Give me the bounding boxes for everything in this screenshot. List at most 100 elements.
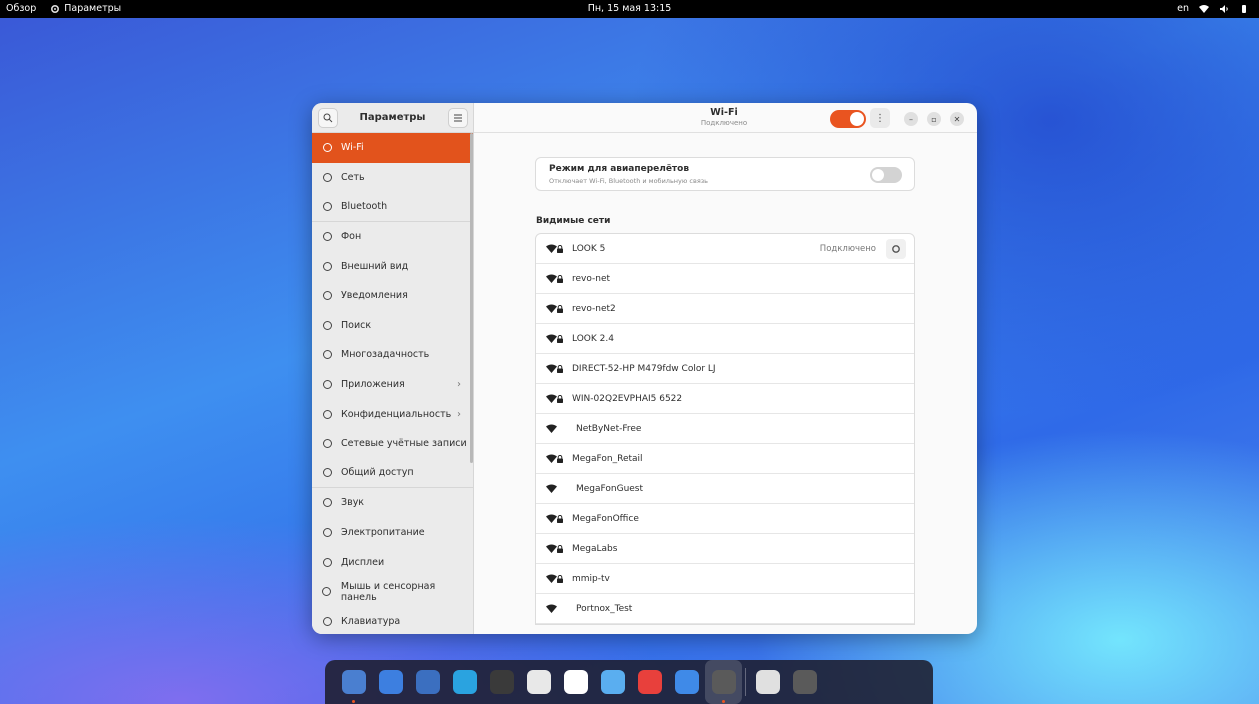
- sidebar-item-3[interactable]: Фон: [312, 222, 473, 252]
- network-row[interactable]: LOOK 2.4: [536, 324, 914, 354]
- dock-notes[interactable]: [520, 660, 557, 704]
- calendar-icon: [563, 670, 588, 694]
- network-row[interactable]: MegaFonOffice: [536, 504, 914, 534]
- network-row[interactable]: DIRECT-52-HP M479fdw Color LJ: [536, 354, 914, 384]
- wifi-signal-icon: [546, 544, 564, 553]
- network-name: mmip-tv: [572, 573, 610, 584]
- main-menu-button[interactable]: [448, 108, 468, 128]
- maximize-button[interactable]: ▫: [927, 112, 941, 126]
- wifi-signal-icon: [546, 244, 564, 253]
- network-name: revo-net2: [572, 303, 616, 314]
- network-row[interactable]: MegaFonGuest: [536, 474, 914, 504]
- wifi-menu-button[interactable]: ⋮: [870, 108, 890, 128]
- network-name: NetByNet-Free: [576, 423, 642, 434]
- page-subtitle: Подключено: [700, 119, 748, 127]
- notes-icon: [526, 670, 551, 694]
- sidebar-item-label: Общий доступ: [341, 467, 414, 479]
- mouse-icon: [321, 586, 333, 598]
- appearance-icon: [321, 260, 333, 272]
- clock[interactable]: Пн, 15 мая 13:15: [0, 3, 1259, 14]
- dock-trash[interactable]: [749, 660, 786, 704]
- sidebar-item-11[interactable]: Общий доступ: [312, 459, 473, 489]
- sidebar-item-0[interactable]: Wi-Fi: [312, 133, 473, 163]
- wifi-icon: [321, 142, 333, 154]
- wifi-signal-icon: [546, 364, 564, 373]
- network-row[interactable]: revo-net: [536, 264, 914, 294]
- network-row[interactable]: Portnox_Test: [536, 594, 914, 624]
- wifi-signal-icon: [546, 484, 564, 493]
- dock-photos[interactable]: [483, 660, 520, 704]
- network-status: Подключено: [819, 243, 876, 254]
- dock-image-viewer[interactable]: [594, 660, 631, 704]
- wifi-signal-icon: [546, 574, 564, 583]
- dock-app-store[interactable]: [668, 660, 705, 704]
- wifi-signal-icon: [546, 304, 564, 313]
- sidebar-item-7[interactable]: Многозадачность: [312, 340, 473, 370]
- background-icon: [321, 231, 333, 243]
- sidebar-item-label: Мышь и сенсорная панель: [340, 580, 436, 603]
- network-name: revo-net: [572, 273, 611, 284]
- network-row[interactable]: MegaLabs: [536, 534, 914, 564]
- sidebar-scrollbar[interactable]: [470, 133, 473, 463]
- header-bar: Wi-Fi Подключено ⋮ – ▫ ✕: [474, 103, 977, 133]
- dock: [325, 660, 933, 704]
- sidebar-item-10[interactable]: Сетевые учётные записи: [312, 429, 473, 459]
- sidebar-item-label: Электропитание: [341, 527, 425, 539]
- system-tray[interactable]: en: [1177, 3, 1249, 14]
- cloud-icon: [321, 438, 333, 450]
- main-panel: Wi-Fi Подключено ⋮ – ▫ ✕ Режим для авиап…: [474, 103, 977, 634]
- network-row[interactable]: LOOK 5 Подключено: [536, 234, 914, 264]
- wifi-icon: [1199, 4, 1209, 13]
- display-icon: [321, 556, 333, 568]
- sidebar-item-12[interactable]: Звук: [312, 488, 473, 518]
- network-row[interactable]: mmip-tv: [536, 564, 914, 594]
- network-row[interactable]: WIN-02Q2EVPHAI5 6522: [536, 384, 914, 414]
- sidebar-item-5[interactable]: Уведомления: [312, 281, 473, 311]
- multitasking-icon: [321, 349, 333, 361]
- dock-telegram[interactable]: [446, 660, 483, 704]
- sidebar-item-6[interactable]: Поиск: [312, 311, 473, 341]
- sidebar-item-label: Дисплеи: [341, 556, 385, 568]
- dock-separator: [745, 668, 746, 696]
- keyboard-layout[interactable]: en: [1177, 3, 1189, 14]
- sidebar-item-label: Уведомления: [341, 290, 408, 302]
- sidebar-item-15[interactable]: Мышь и сенсорная панель: [312, 577, 473, 607]
- network-settings-button[interactable]: [886, 238, 906, 259]
- airplane-mode-title: Режим для авиаперелётов: [549, 164, 690, 174]
- minimize-icon: –: [909, 114, 913, 124]
- network-row[interactable]: MegaFon_Retail: [536, 444, 914, 474]
- dock-calendar[interactable]: [557, 660, 594, 704]
- sidebar-item-label: Фон: [341, 231, 362, 243]
- sidebar-item-2[interactable]: Bluetooth: [312, 192, 473, 222]
- airplane-mode-toggle[interactable]: [870, 167, 902, 183]
- dock-thunderbird[interactable]: [409, 660, 446, 704]
- minimize-button[interactable]: –: [904, 112, 918, 126]
- dock-app-grid[interactable]: [786, 660, 823, 704]
- dock-chromium[interactable]: [372, 660, 409, 704]
- dock-files[interactable]: [335, 660, 372, 704]
- app-grid-icon: [792, 670, 817, 694]
- airplane-mode-row[interactable]: Режим для авиаперелётов Отключает Wi-Fi,…: [535, 157, 915, 191]
- sidebar-item-13[interactable]: Электропитание: [312, 518, 473, 548]
- gear-icon: [892, 244, 900, 253]
- share-icon: [321, 467, 333, 479]
- dock-settings[interactable]: [705, 660, 742, 704]
- sidebar-item-4[interactable]: Внешний вид: [312, 251, 473, 281]
- network-row[interactable]: NetByNet-Free: [536, 414, 914, 444]
- network-row[interactable]: revo-net2: [536, 294, 914, 324]
- dock-music[interactable]: [631, 660, 668, 704]
- lock-icon: [321, 408, 333, 420]
- close-icon: ✕: [953, 114, 961, 124]
- close-button[interactable]: ✕: [950, 112, 964, 126]
- sidebar-item-1[interactable]: Сеть: [312, 163, 473, 193]
- sidebar-item-14[interactable]: Дисплеи: [312, 547, 473, 577]
- keyboard-icon: [321, 615, 333, 627]
- sidebar-item-9[interactable]: Конфиденциальность ›: [312, 399, 473, 429]
- thunderbird-icon: [415, 670, 440, 694]
- wifi-toggle[interactable]: [830, 110, 866, 128]
- sidebar-item-8[interactable]: Приложения ›: [312, 370, 473, 400]
- sidebar-item-label: Звук: [341, 497, 365, 509]
- network-name: DIRECT-52-HP M479fdw Color LJ: [572, 363, 716, 374]
- wifi-signal-icon: [546, 424, 564, 433]
- sidebar-item-16[interactable]: Клавиатура: [312, 607, 473, 635]
